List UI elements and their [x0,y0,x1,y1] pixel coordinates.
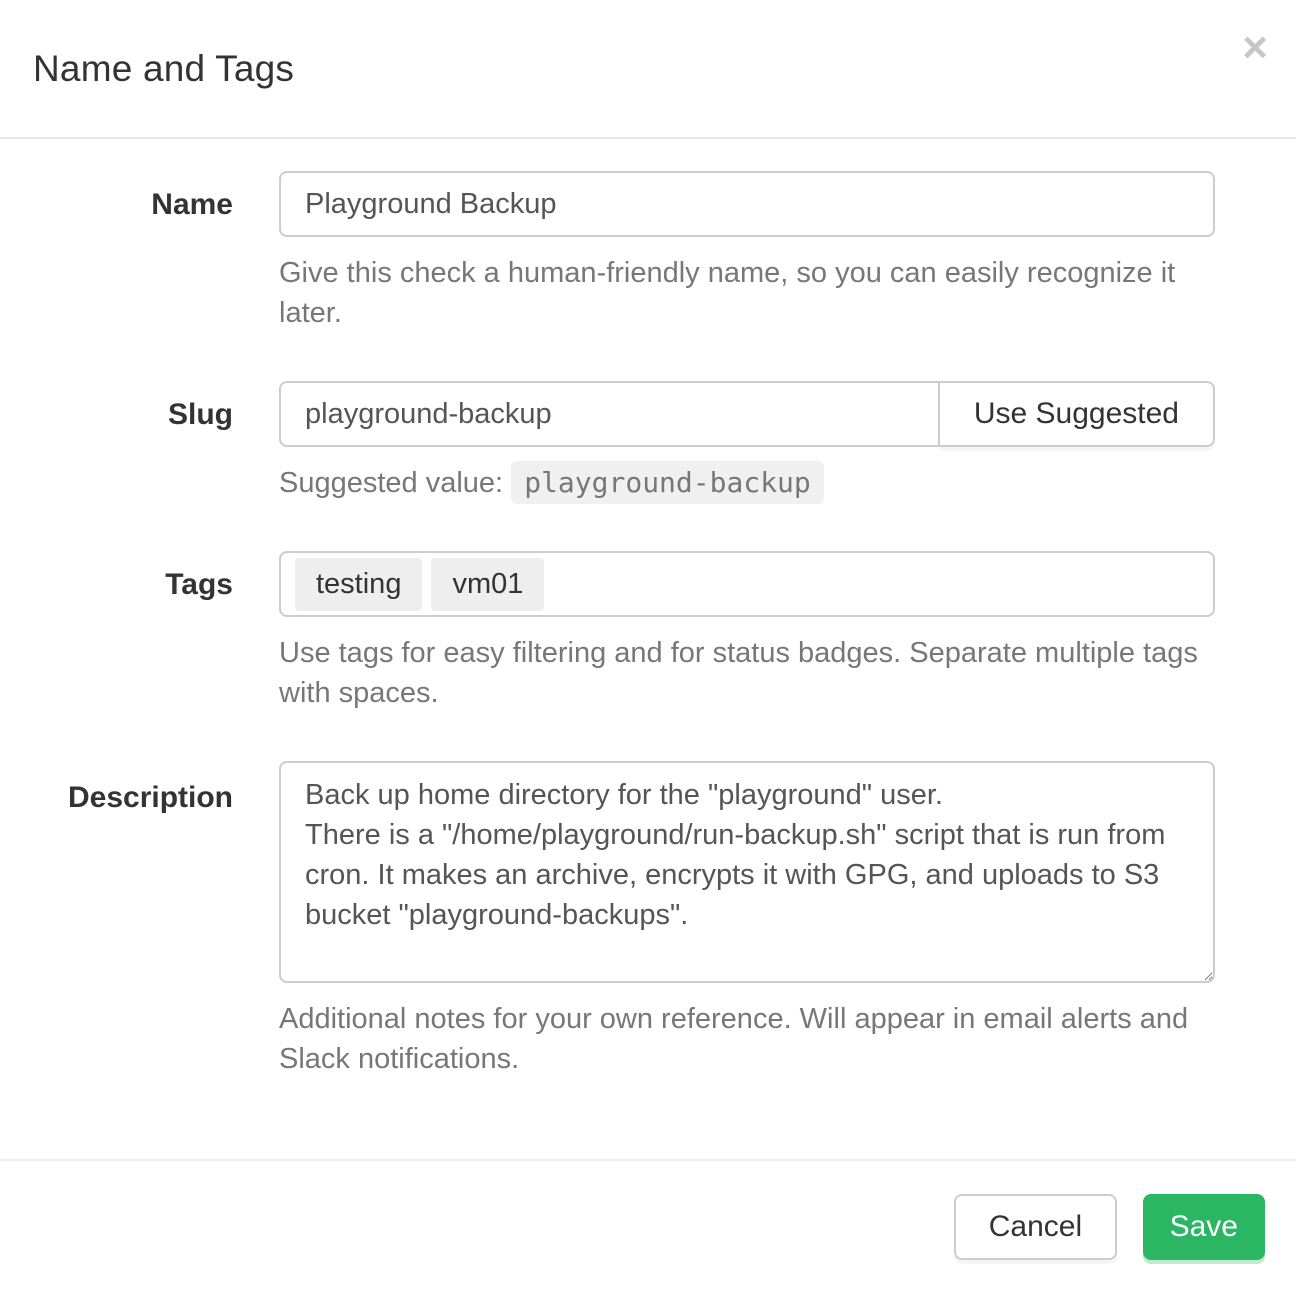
slug-input[interactable] [279,381,940,447]
use-suggested-button[interactable]: Use Suggested [940,381,1215,447]
dialog-header: Name and Tags × [0,0,1296,139]
tags-label: Tags [0,551,233,713]
name-form-group: Name Give this check a human-friendly na… [0,171,1296,333]
close-icon[interactable]: × [1242,26,1268,70]
cancel-button[interactable]: Cancel [954,1194,1117,1260]
description-label: Description [0,761,233,1079]
dialog-footer: Cancel Save [0,1159,1296,1290]
slug-label: Slug [0,381,233,503]
save-button[interactable]: Save [1143,1194,1265,1260]
name-input[interactable] [279,171,1215,237]
name-label: Name [0,171,233,333]
description-form-group: Description Back up home directory for t… [0,761,1296,1079]
slug-form-group: Slug Use Suggested Suggested value: play… [0,381,1296,503]
dialog-body: Name Give this check a human-friendly na… [0,139,1296,1159]
tag-chip[interactable]: vm01 [431,558,544,611]
dialog-title: Name and Tags [33,48,294,90]
suggested-value-code: playground-backup [511,461,824,504]
description-textarea[interactable]: Back up home directory for the "playgrou… [279,761,1215,983]
tag-chip[interactable]: testing [295,558,422,611]
name-help-text: Give this check a human-friendly name, s… [279,253,1215,333]
slug-help-text: Suggested value: playground-backup [279,463,1215,503]
tags-help-text: Use tags for easy filtering and for stat… [279,633,1215,713]
tags-form-group: Tags testing vm01 Use tags for easy filt… [0,551,1296,713]
tags-input[interactable]: testing vm01 [279,551,1215,617]
description-help-text: Additional notes for your own reference.… [279,999,1215,1079]
name-and-tags-dialog: Name and Tags × Name Give this check a h… [0,0,1296,1290]
slug-input-group: Use Suggested [279,381,1215,447]
suggested-value-prefix: Suggested value: [279,467,503,499]
